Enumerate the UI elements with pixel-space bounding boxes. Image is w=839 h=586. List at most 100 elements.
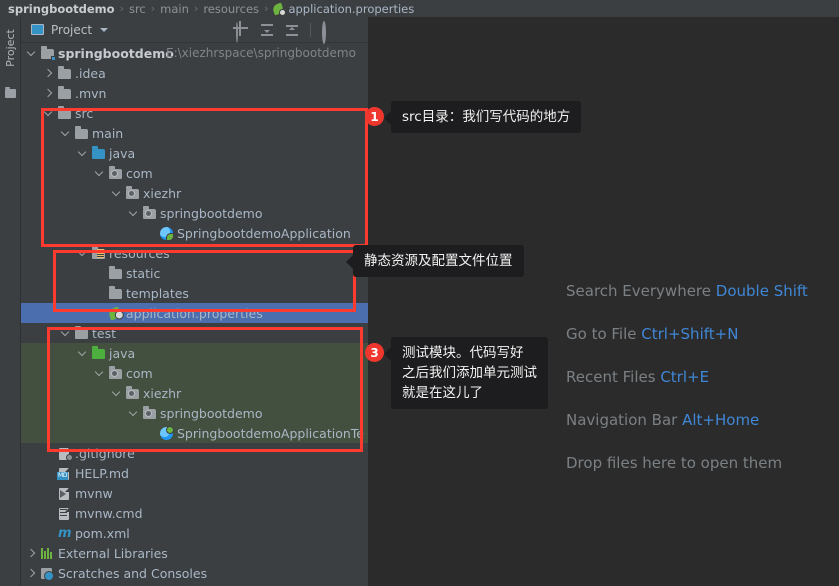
expand-all-icon[interactable] xyxy=(260,23,274,37)
chevron-down-icon[interactable] xyxy=(95,169,104,178)
module-folder-icon xyxy=(40,46,56,61)
chevron-right-icon[interactable] xyxy=(44,89,53,98)
tree-row[interactable]: .gitignore xyxy=(21,443,368,463)
chevron-right-icon[interactable] xyxy=(27,549,36,558)
tree-row[interactable]: SpringbootdemoApplication xyxy=(21,223,368,243)
breadcrumb-item-main[interactable]: main xyxy=(160,2,189,16)
tree-row[interactable]: src xyxy=(21,103,368,123)
folder-icon xyxy=(108,266,123,280)
tree-row[interactable]: resources xyxy=(21,243,368,263)
shell-script-file-icon xyxy=(57,487,72,500)
editor-hint-action: Drop files here to open them xyxy=(566,454,783,472)
folder-icon xyxy=(5,87,16,98)
test-class-icon xyxy=(159,425,174,440)
folder-icon xyxy=(74,126,89,140)
tree-row-label: mvnw.cmd xyxy=(75,505,143,521)
tree-row[interactable]: m pom.xml xyxy=(21,523,368,543)
tree-row[interactable]: SpringbootdemoApplicationTe xyxy=(21,423,368,443)
annotation-badge-3: 3 xyxy=(365,343,384,362)
annotation-callout-2: 静态资源及配置文件位置 xyxy=(346,245,524,277)
breadcrumb-item-src[interactable]: src xyxy=(129,2,146,16)
markdown-file-icon: MD xyxy=(57,467,72,480)
tree-row[interactable]: .idea xyxy=(21,63,368,83)
tree-row-label: springbootdemo xyxy=(160,405,263,421)
tree-row-label: pom.xml xyxy=(75,525,130,541)
chevron-down-icon[interactable] xyxy=(112,189,121,198)
chevron-down-icon[interactable] xyxy=(78,349,87,358)
tool-window-tab-project[interactable]: Project xyxy=(2,21,20,75)
tree-row-label: static xyxy=(126,265,161,281)
scratches-icon xyxy=(40,567,55,581)
collapse-all-icon[interactable] xyxy=(285,23,299,37)
tree-row[interactable]: static xyxy=(21,263,368,283)
tree-row[interactable]: Scratches and Consoles xyxy=(21,563,368,583)
chevron-right-icon[interactable] xyxy=(44,69,53,78)
chevron-down-icon[interactable] xyxy=(95,369,104,378)
chevron-right-icon[interactable] xyxy=(27,569,36,578)
chevron-down-icon[interactable] xyxy=(112,389,121,398)
tree-row[interactable]: xiezhr xyxy=(21,183,368,203)
tree-row[interactable]: MD HELP.md xyxy=(21,463,368,483)
minimize-icon[interactable] xyxy=(347,23,361,37)
folder-icon xyxy=(108,286,123,300)
tree-row[interactable]: test xyxy=(21,323,368,343)
package-folder-icon xyxy=(108,366,123,380)
chevron-down-icon[interactable] xyxy=(61,129,70,138)
tree-row-label: templates xyxy=(126,285,189,301)
tree-row-label: springbootdemo xyxy=(58,45,174,61)
breadcrumb-item-file[interactable]: application.properties xyxy=(288,2,414,16)
locate-in-tree-icon[interactable] xyxy=(235,22,249,43)
tree-row-label: application.properties xyxy=(126,305,263,321)
tree-row[interactable]: springbootdemo xyxy=(21,403,368,423)
chevron-down-icon[interactable] xyxy=(78,249,87,258)
chevron-down-icon[interactable] xyxy=(78,149,87,158)
folder-icon xyxy=(57,86,72,100)
project-tool-window: Project springbootdemo E:\xiezhrspace\spr… xyxy=(21,17,368,586)
tree-row[interactable]: application.properties xyxy=(21,303,368,323)
editor-hint-action: Search Everywhere xyxy=(566,282,711,300)
tree-row[interactable]: java xyxy=(21,343,368,363)
package-folder-icon xyxy=(142,406,157,420)
tree-row[interactable]: java xyxy=(21,143,368,163)
tree-row-label: HELP.md xyxy=(75,465,129,481)
tree-row[interactable]: main xyxy=(21,123,368,143)
project-view-icon xyxy=(31,24,44,35)
chevron-down-icon[interactable] xyxy=(100,27,109,32)
tree-row-label: External Libraries xyxy=(58,545,168,561)
breadcrumb-item-project[interactable]: springbootdemo xyxy=(8,2,115,16)
libraries-icon xyxy=(40,547,55,560)
project-tree: springbootdemo E:\xiezhrspace\springbootd… xyxy=(21,43,368,583)
breadcrumb-item-resources[interactable]: resources xyxy=(203,2,259,16)
tree-row[interactable]: xiezhr xyxy=(21,383,368,403)
tree-row-label: springbootdemo xyxy=(160,205,263,221)
tree-row[interactable]: springbootdemo E:\xiezhrspace\springbootd… xyxy=(21,43,368,63)
tree-row[interactable]: springbootdemo xyxy=(21,203,368,223)
folder-icon xyxy=(57,66,72,80)
chevron-down-icon[interactable] xyxy=(61,329,70,338)
chevron-down-icon[interactable] xyxy=(129,209,138,218)
chevron-down-icon[interactable] xyxy=(129,409,138,418)
folder-icon xyxy=(74,326,89,340)
tree-row-label: xiezhr xyxy=(143,185,182,201)
tree-row[interactable]: mvnw xyxy=(21,483,368,503)
settings-gear-icon[interactable] xyxy=(322,21,336,44)
tree-row-label: java xyxy=(109,345,136,361)
tree-row-label: SpringbootdemoApplicationTe xyxy=(177,425,364,441)
tree-row[interactable]: com xyxy=(21,163,368,183)
tree-row-label: com xyxy=(126,365,153,381)
tree-row[interactable]: External Libraries xyxy=(21,543,368,563)
chevron-down-icon[interactable] xyxy=(27,49,36,58)
tree-row-path: E:\xiezhrspace\springbootdemo xyxy=(166,46,356,60)
tree-row[interactable]: com xyxy=(21,363,368,383)
package-folder-icon xyxy=(108,166,123,180)
tree-row[interactable]: .mvn xyxy=(21,83,368,103)
chevron-down-icon[interactable] xyxy=(44,109,53,118)
tree-row[interactable]: mvnw.cmd xyxy=(21,503,368,523)
tree-row[interactable]: templates xyxy=(21,283,368,303)
project-panel-title: Project xyxy=(51,22,93,37)
cmd-file-icon xyxy=(57,507,72,520)
source-root-folder-icon xyxy=(91,146,106,160)
tree-row-label: Scratches and Consoles xyxy=(58,565,208,581)
spring-config-icon xyxy=(107,305,123,321)
idea-window: springbootdemo › src › main › resources … xyxy=(0,0,839,586)
